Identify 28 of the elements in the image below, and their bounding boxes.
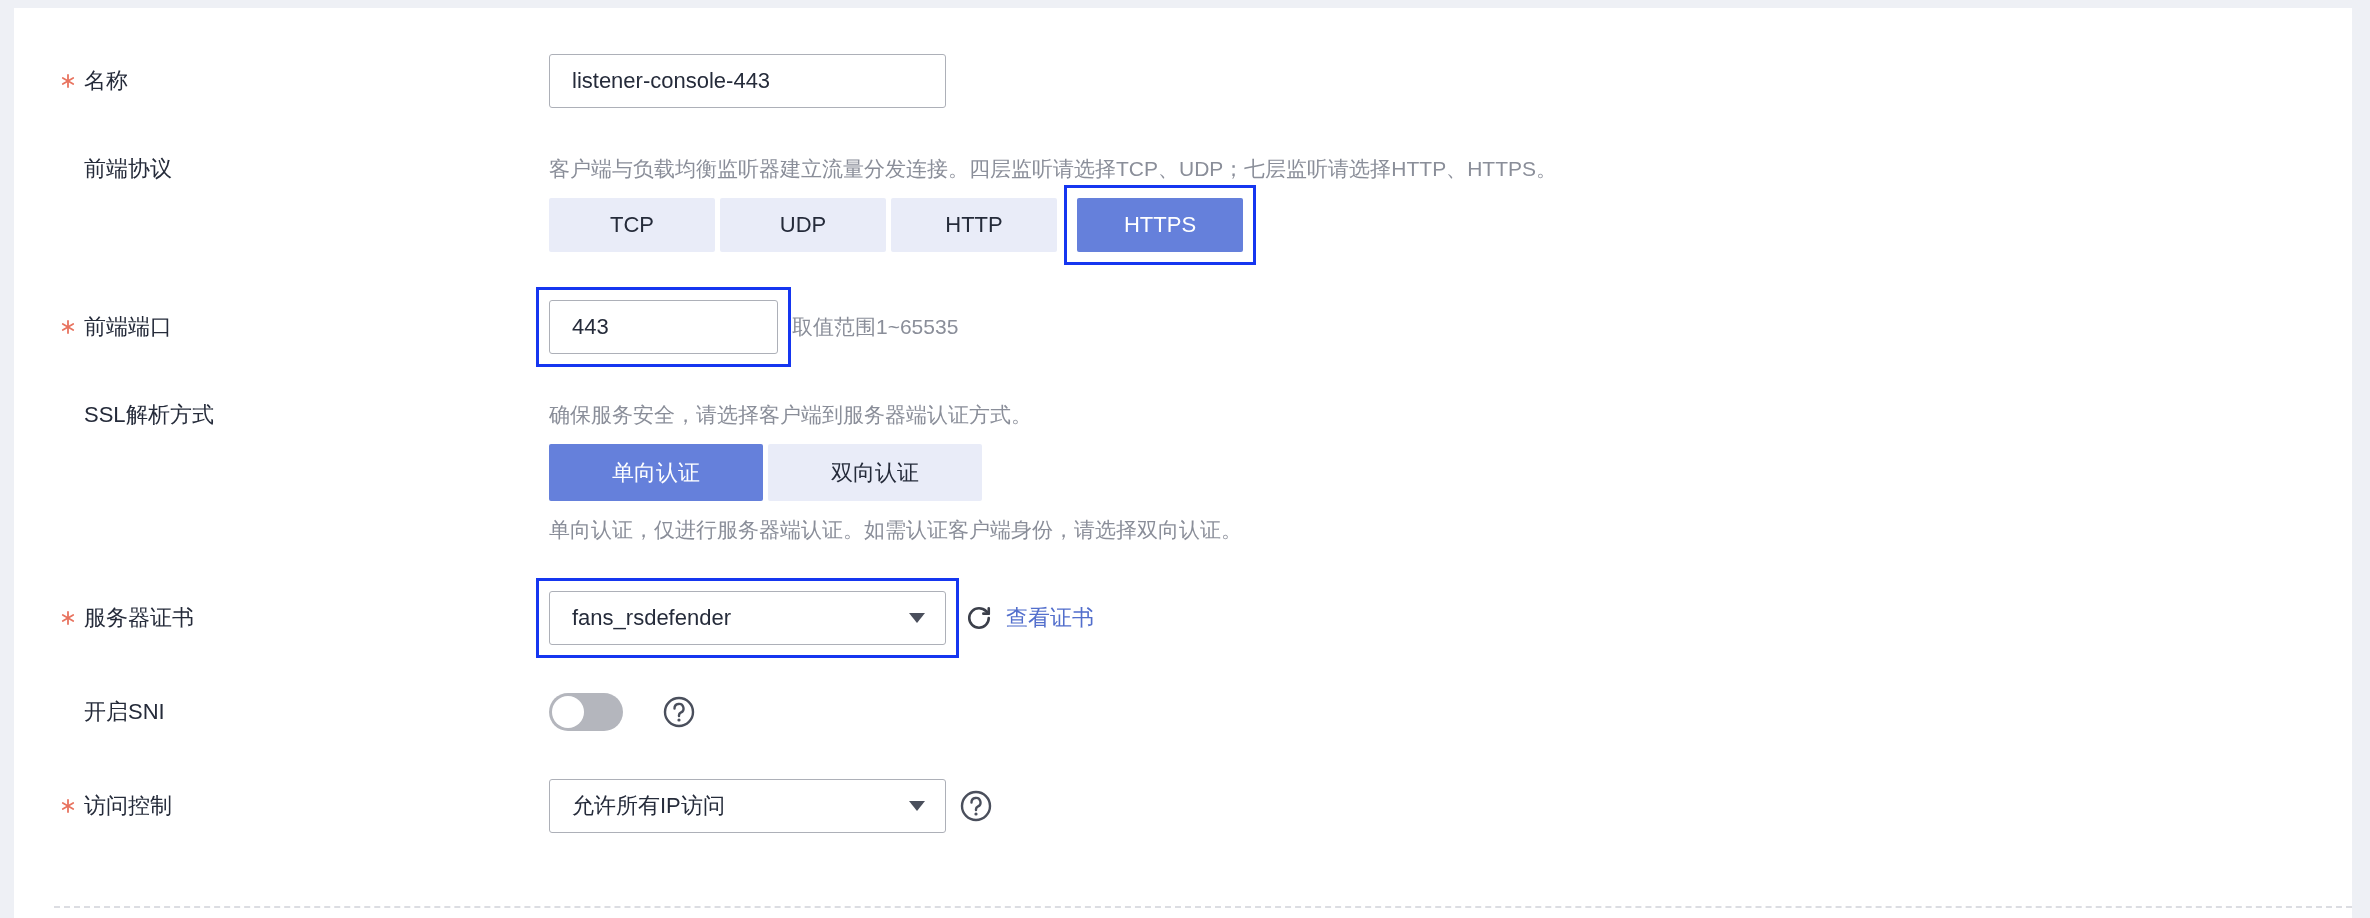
option-tab[interactable]: UDP	[720, 198, 886, 252]
option-tab[interactable]: TCP	[549, 198, 715, 252]
caret-icon	[909, 801, 925, 811]
text-field[interactable]: listener-console-443	[549, 54, 946, 108]
field-label: 名称	[84, 67, 128, 95]
option-tab[interactable]: HTTP	[891, 198, 1057, 252]
select-dropdown[interactable]: 允许所有IP访问	[549, 779, 946, 833]
help-icon[interactable]	[663, 696, 695, 728]
option-tab[interactable]: 单向认证	[549, 444, 763, 501]
option-tab[interactable]: HTTPS	[1077, 198, 1243, 252]
field-hint: 客户端与负载均衡监听器建立流量分发连接。四层监听请选择TCP、UDP；七层监听请选择HTTP、HTTPS。	[549, 156, 1557, 182]
range-hint: 取值范围1~65535	[792, 314, 959, 340]
field-hint: 单向认证，仅进行服务器端认证。如需认证客户端身份，请选择双向认证。	[549, 517, 1242, 543]
view-certificate-link[interactable]: 查看证书	[1006, 603, 1094, 633]
field-label: SSL解析方式	[84, 401, 214, 429]
help-icon[interactable]	[960, 790, 992, 822]
field-hint: 确保服务安全，请选择客户端到服务器端认证方式。	[549, 402, 1032, 428]
refresh-icon[interactable]	[966, 605, 992, 631]
field-label: 前端端口	[84, 313, 172, 341]
select-dropdown[interactable]: fans_rsdefender	[549, 591, 946, 645]
toggle-switch[interactable]	[549, 693, 623, 731]
text-field[interactable]: 443	[549, 300, 778, 354]
field-label: 访问控制	[84, 792, 172, 820]
field-label: 开启SNI	[84, 698, 165, 726]
option-tab[interactable]: 双向认证	[768, 444, 982, 501]
field-label: 服务器证书	[84, 604, 194, 632]
field-label: 前端协议	[84, 155, 172, 183]
caret-icon	[909, 613, 925, 623]
